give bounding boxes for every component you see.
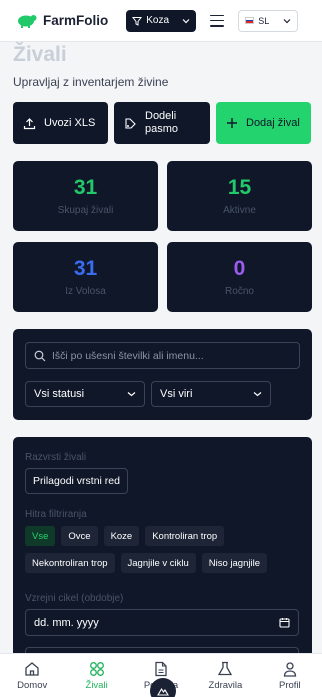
- date-placeholder: dd. mm. yyyy: [34, 616, 99, 629]
- quick-filter-chips-row2: Nekontroliran trop Jagnjile v ciklu Niso…: [25, 553, 267, 573]
- search-field[interactable]: [25, 342, 300, 369]
- brand-name: FarmFolio: [43, 13, 109, 28]
- language-label: SL: [258, 15, 270, 26]
- nav-item-animals[interactable]: Živali: [64, 654, 128, 697]
- stat-value: 31: [73, 257, 98, 280]
- plus-icon: [227, 118, 237, 128]
- chevron-down-icon: [182, 18, 190, 23]
- stat-value: 0: [233, 257, 246, 280]
- assign-breed-button[interactable]: Dodeli pasmo: [114, 102, 210, 144]
- slovenia-flag-icon: [245, 17, 255, 24]
- top-bar: FarmFolio Koza SL: [0, 0, 322, 42]
- page-title: Živali: [13, 43, 67, 66]
- stat-card-active: 15 Aktivne: [167, 161, 312, 231]
- sort-filter-panel: Razvrsti živali Prilagodi vrstni red Hit…: [13, 437, 312, 677]
- chip-lambed-in-cycle[interactable]: Jagnjile v ciklu: [120, 553, 196, 573]
- document-icon: [155, 661, 167, 677]
- import-xls-label: Uvozi XLS: [44, 117, 96, 129]
- search-icon: [34, 350, 46, 361]
- chevron-down-icon: [253, 392, 262, 397]
- filter-panel: Vsi statusi Vsi viri: [13, 329, 312, 420]
- nav-label: Živali: [85, 680, 108, 691]
- search-input[interactable]: [51, 349, 291, 362]
- upload-icon: [23, 117, 36, 129]
- language-selector[interactable]: SL: [238, 9, 299, 32]
- chip-uncontrolled-herd[interactable]: Nekontroliran trop: [25, 553, 115, 573]
- quick-filter-chips-row1: Vse Ovce Koze Kontroliran trop: [25, 526, 225, 546]
- stat-label: Ročno: [225, 286, 254, 297]
- breed-icon: [125, 117, 136, 129]
- menu-icon[interactable]: [210, 14, 225, 27]
- sort-heading: Razvrsti živali: [25, 452, 87, 463]
- action-buttons: Uvozi XLS Dodeli pasmo Dodaj žival: [13, 102, 311, 144]
- assign-breed-line1: Dodeli: [145, 109, 177, 122]
- user-icon: [283, 662, 296, 677]
- chip-controlled-herd[interactable]: Kontroliran trop: [145, 526, 225, 546]
- chevron-down-icon: [127, 392, 136, 397]
- add-animal-label: Dodaj žival: [246, 117, 300, 129]
- stat-value: 15: [227, 176, 252, 199]
- nav-label: Profil: [279, 680, 301, 691]
- assign-breed-label: Dodeli pasmo: [145, 110, 178, 136]
- nav-label: Domov: [17, 680, 48, 691]
- stat-card-total: 31 Skupaj živali: [13, 161, 158, 231]
- add-animal-button[interactable]: Dodaj žival: [216, 102, 311, 144]
- stat-card-volos: 31 Iz Volosa: [13, 242, 158, 312]
- floating-action-button[interactable]: [150, 678, 176, 697]
- stat-label: Aktivne: [223, 205, 256, 216]
- filter-icon: [132, 16, 143, 26]
- chip-sheep[interactable]: Ovce: [61, 526, 98, 546]
- sheep-logo-icon: [18, 14, 37, 28]
- breeding-cycle-heading: Vzrejni cikel (obdobje): [25, 593, 124, 604]
- chip-all[interactable]: Vse: [25, 526, 56, 546]
- mountain-icon: [157, 687, 169, 696]
- source-select-value: Vsi viri: [160, 388, 193, 400]
- assign-breed-line2: pasmo: [145, 123, 179, 135]
- stat-label: Iz Volosa: [65, 286, 106, 297]
- grid-icon: [89, 662, 104, 676]
- page-subtitle: Upravljaj z inventarjem živine: [13, 75, 169, 89]
- nav-label: Zdravila: [208, 680, 243, 691]
- nav-item-profile[interactable]: Profil: [258, 654, 322, 697]
- stat-label: Skupaj živali: [57, 205, 114, 216]
- calendar-icon[interactable]: [279, 617, 290, 628]
- source-select[interactable]: Vsi viri: [151, 381, 271, 407]
- nav-item-medicine[interactable]: Zdravila: [193, 654, 257, 697]
- chip-goats[interactable]: Koze: [103, 526, 140, 546]
- status-select[interactable]: Vsi statusi: [25, 381, 145, 407]
- stat-value: 31: [73, 176, 98, 199]
- nav-item-home[interactable]: Domov: [0, 654, 64, 697]
- species-filter-dropdown[interactable]: Koza: [126, 9, 197, 32]
- flask-icon: [218, 661, 233, 676]
- chip-not-lambed[interactable]: Niso jagnjile: [201, 553, 267, 573]
- custom-order-button[interactable]: Prilagodi vrstni red: [25, 468, 128, 494]
- species-filter-label: Koza: [146, 15, 170, 26]
- home-icon: [25, 662, 39, 676]
- quick-filters-heading: Hitra filtriranja: [25, 509, 87, 520]
- farmfolio-logo[interactable]: FarmFolio: [16, 13, 108, 29]
- breeding-cycle-date-input[interactable]: dd. mm. yyyy: [25, 609, 299, 636]
- chevron-down-icon: [283, 18, 291, 23]
- stat-card-manual: 0 Ročno: [167, 242, 312, 312]
- status-select-value: Vsi statusi: [34, 388, 85, 400]
- import-xls-button[interactable]: Uvozi XLS: [13, 102, 108, 144]
